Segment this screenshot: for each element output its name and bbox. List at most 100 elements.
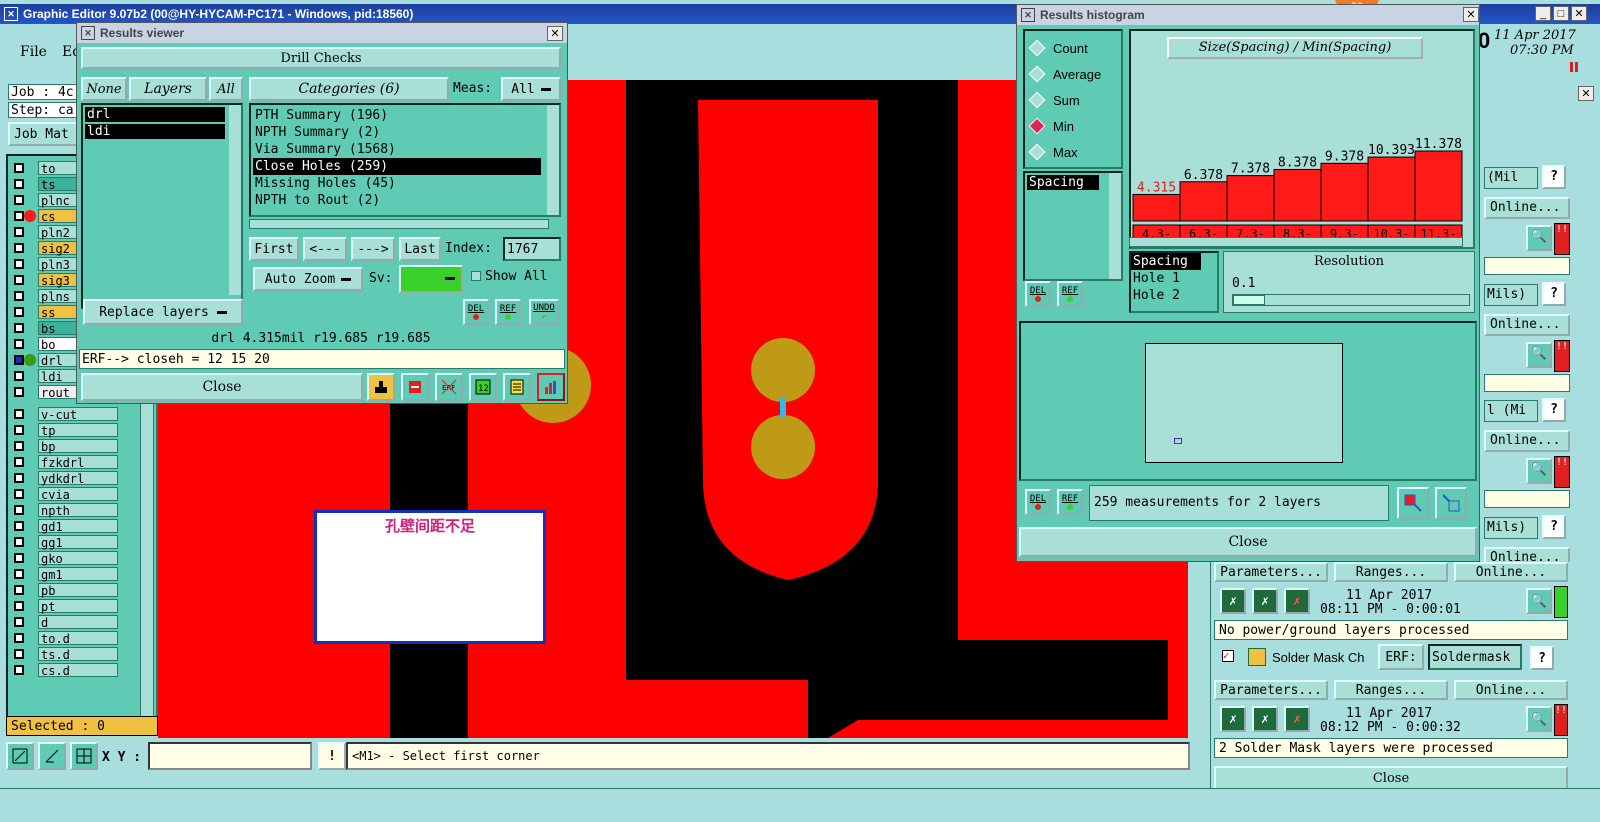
attribute-list-item[interactable]: Spacing xyxy=(1027,175,1099,190)
histogram-bar[interactable] xyxy=(1367,156,1416,222)
online-button[interactable]: Online... xyxy=(1484,197,1570,219)
parameters-button-1[interactable]: Parameters... xyxy=(1214,562,1328,582)
layer-checkbox[interactable] xyxy=(14,307,24,317)
replace-layers-select[interactable]: Replace layers xyxy=(83,299,243,325)
warning-icon[interactable]: ! xyxy=(318,742,346,770)
online-button-5[interactable]: Online... xyxy=(1454,562,1568,582)
zoom-icon[interactable]: 🔍 xyxy=(1526,458,1552,484)
checklist-close-icon[interactable]: ✕ xyxy=(1578,86,1594,101)
histogram-bar[interactable] xyxy=(1414,150,1463,222)
layer-row[interactable]: cvia xyxy=(8,486,133,502)
layer-checkbox[interactable] xyxy=(14,505,24,515)
online-button[interactable]: Online... xyxy=(1484,314,1570,336)
maximize-button[interactable]: □ xyxy=(1553,6,1569,21)
layer-checkbox[interactable] xyxy=(14,457,24,467)
hist-attribute-item[interactable]: Spacing xyxy=(1131,253,1201,270)
auto-zoom-select[interactable]: Auto Zoom xyxy=(253,267,363,291)
zoom-icon-6[interactable]: 🔍 xyxy=(1526,706,1552,732)
ranges-button-2[interactable]: Ranges... xyxy=(1334,680,1448,700)
export-icon[interactable] xyxy=(1397,487,1429,519)
minimize-button[interactable]: _ xyxy=(1535,6,1551,21)
histogram-bar[interactable] xyxy=(1320,162,1369,222)
layer-row[interactable]: v-cut xyxy=(8,406,133,422)
layer-row[interactable]: ydkdrl xyxy=(8,470,133,486)
menu-file[interactable]: File xyxy=(20,44,47,60)
layer-checkbox[interactable] xyxy=(14,227,24,237)
category-item[interactable]: Via Summary (1568) xyxy=(253,141,541,158)
prev-button[interactable]: <--- xyxy=(303,237,347,261)
layer-checkbox[interactable] xyxy=(14,179,24,189)
mark-icon[interactable] xyxy=(367,373,395,401)
aggregate-option[interactable]: Min xyxy=(1025,113,1121,139)
layer-checkbox[interactable] xyxy=(14,537,24,547)
checklist-close-button[interactable]: Close xyxy=(1214,766,1568,790)
resolution-slider[interactable] xyxy=(1232,294,1470,306)
hist-del-button-2[interactable]: DEL xyxy=(1025,489,1051,515)
category-item[interactable]: NPTH to Rout (2) xyxy=(253,192,541,209)
layer-checkbox[interactable] xyxy=(14,323,24,333)
report-icon[interactable] xyxy=(503,373,531,401)
none-button[interactable]: None xyxy=(81,77,127,101)
close-main-button[interactable]: ✕ xyxy=(1571,6,1587,21)
layer-row[interactable]: gd1 xyxy=(8,518,133,534)
layer-row[interactable]: d xyxy=(8,614,133,630)
histogram-bar[interactable] xyxy=(1179,181,1228,222)
show-all-checkbox[interactable] xyxy=(471,271,481,281)
layer-checkbox[interactable] xyxy=(14,425,24,435)
ref-button[interactable]: REF xyxy=(495,299,521,325)
undo-button[interactable]: UNDO ↶ xyxy=(529,299,559,325)
entry2-erf-button[interactable]: ERF: xyxy=(1378,644,1424,670)
zoom-icon[interactable]: 🔍 xyxy=(1526,225,1552,251)
viewer-close-button[interactable]: Close xyxy=(81,373,363,401)
aggregate-option[interactable]: Max xyxy=(1025,139,1121,165)
sv-color-select[interactable] xyxy=(399,265,463,293)
layer-checkbox[interactable] xyxy=(14,291,24,301)
hist-attribute-item[interactable]: Hole 1 xyxy=(1131,270,1201,287)
help-button[interactable]: ? xyxy=(1542,398,1566,422)
aggregate-option[interactable]: Average xyxy=(1025,61,1121,87)
category-item[interactable]: Close Holes (259) xyxy=(253,158,541,175)
meas-select[interactable]: All xyxy=(501,77,561,101)
job-matrix-button[interactable]: Job Mat xyxy=(8,122,78,146)
measure-icon[interactable] xyxy=(38,742,66,770)
grid-icon[interactable] xyxy=(70,742,98,770)
layer-checkbox[interactable] xyxy=(14,441,24,451)
layer-checkbox[interactable] xyxy=(14,243,24,253)
histogram-bar[interactable] xyxy=(1132,193,1181,222)
aggregate-option[interactable]: Sum xyxy=(1025,87,1121,113)
run-icon-5[interactable]: ✗ xyxy=(1252,706,1278,732)
last-button[interactable]: Last xyxy=(399,237,441,261)
category-item[interactable]: NPTH Summary (2) xyxy=(253,124,541,141)
layer-checkbox[interactable] xyxy=(14,489,24,499)
zoom-area-icon[interactable] xyxy=(6,742,34,770)
category-item[interactable]: Missing Holes (45) xyxy=(253,175,541,192)
run-icon-1[interactable]: ✗ xyxy=(1220,588,1246,614)
sort-icon[interactable]: 12 xyxy=(469,373,497,401)
layer-checkbox[interactable] xyxy=(14,521,24,531)
layer-checkbox[interactable] xyxy=(14,275,24,285)
hist-del-button[interactable]: DEL xyxy=(1025,281,1051,307)
category-scrollbar[interactable] xyxy=(547,105,559,215)
attribute-scrollbar[interactable] xyxy=(1109,173,1121,279)
layer-row[interactable]: npth xyxy=(8,502,133,518)
layer-row[interactable]: gm1 xyxy=(8,566,133,582)
all-button[interactable]: All xyxy=(209,77,243,101)
layer-row[interactable]: fzkdrl xyxy=(8,454,133,470)
category-hscroll[interactable] xyxy=(249,219,549,229)
hist-attribute-item[interactable]: Hole 2 xyxy=(1131,287,1201,304)
layer-checkbox[interactable] xyxy=(14,211,24,221)
del-button[interactable]: DEL xyxy=(463,299,489,325)
layer-row[interactable]: pb xyxy=(8,582,133,598)
resolution-slider-thumb[interactable] xyxy=(1233,295,1265,305)
layer-row[interactable]: bp xyxy=(8,438,133,454)
zoom-icon[interactable]: 🔍 xyxy=(1526,342,1552,368)
histogram-icon[interactable] xyxy=(537,373,565,401)
layer-row[interactable]: gg1 xyxy=(8,534,133,550)
hist-ref-button-2[interactable]: REF xyxy=(1057,489,1083,515)
run-icon-3[interactable]: ✗ xyxy=(1284,588,1310,614)
layer-checkbox[interactable] xyxy=(14,569,24,579)
help-button[interactable]: ? xyxy=(1542,515,1566,539)
ranges-button-1[interactable]: Ranges... xyxy=(1334,562,1448,582)
xy-input[interactable] xyxy=(148,742,312,770)
run-icon-2[interactable]: ✗ xyxy=(1252,588,1278,614)
